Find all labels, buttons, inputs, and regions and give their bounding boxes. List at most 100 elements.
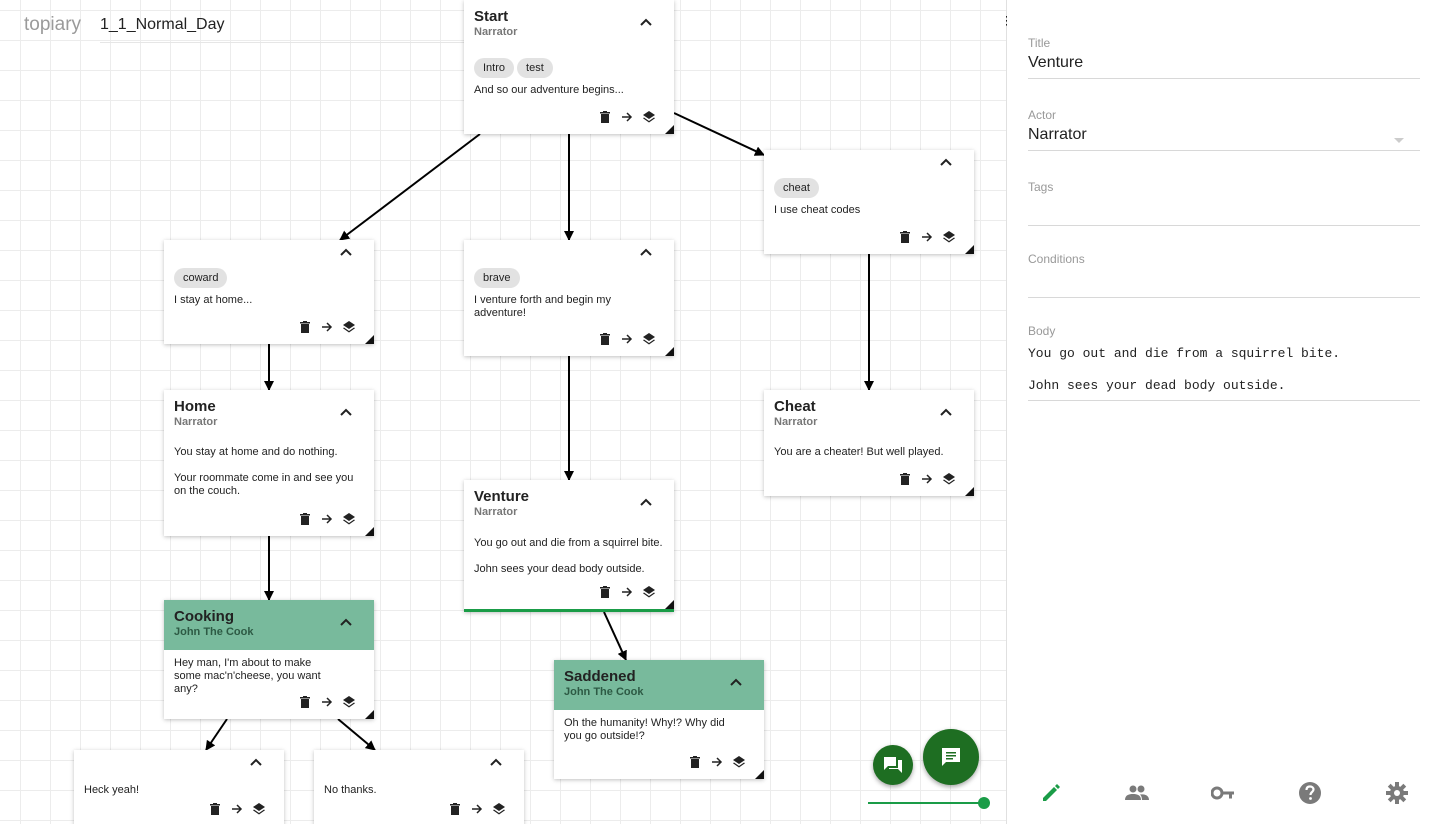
bottom-nav [1007, 780, 1439, 812]
resize-handle[interactable] [665, 600, 674, 609]
collapse-icon[interactable] [486, 752, 506, 772]
arrow-right-icon[interactable] [920, 230, 934, 244]
layers-icon[interactable] [642, 332, 656, 346]
arrow-right-icon[interactable] [620, 332, 634, 346]
node-body: I use cheat codes [774, 204, 861, 216]
layers-icon[interactable] [342, 320, 356, 334]
resize-handle[interactable] [665, 347, 674, 356]
node-cheat[interactable]: Cheat Narrator You are a cheater! But we… [764, 390, 974, 496]
node-start[interactable]: Start Narrator Intro test And so our adve… [464, 0, 674, 134]
node-brave-choice[interactable]: brave I venture forth and begin my adven… [464, 240, 674, 356]
collapse-icon[interactable] [726, 672, 746, 692]
layers-icon[interactable] [942, 472, 956, 486]
node-venture[interactable]: Venture Narrator You go out and die from… [464, 480, 674, 612]
arrow-right-icon[interactable] [920, 472, 934, 486]
resize-handle[interactable] [755, 770, 764, 779]
arrow-right-icon[interactable] [620, 585, 634, 599]
resize-handle[interactable] [365, 710, 374, 719]
key-icon[interactable] [1210, 780, 1236, 806]
collapse-icon[interactable] [336, 242, 356, 262]
node-no-thanks[interactable]: No thanks. [314, 750, 524, 824]
people-icon[interactable] [1124, 780, 1150, 806]
title-field[interactable]: Title Venture [1028, 36, 1420, 79]
collapse-icon[interactable] [636, 12, 656, 32]
body-textarea[interactable]: You go out and die from a squirrel bite.… [1028, 346, 1420, 400]
node-body: And so our adventure begins... [474, 84, 624, 96]
collapse-icon[interactable] [636, 492, 656, 512]
layers-icon[interactable] [492, 802, 506, 816]
node-body: You are a cheater! But well played. [774, 446, 944, 458]
delete-icon[interactable] [298, 512, 312, 526]
arrow-right-icon[interactable] [320, 695, 334, 709]
delete-icon[interactable] [448, 802, 462, 816]
node-body: John sees your dead body outside. [474, 563, 645, 575]
node-saddened[interactable]: Saddened John The Cook Oh the humanity! … [554, 660, 764, 779]
node-body: You go out and die from a squirrel bite. [474, 537, 663, 549]
title-input[interactable]: Venture [1028, 54, 1420, 78]
actor-label: Actor [1028, 108, 1057, 122]
body-field[interactable]: Body You go out and die from a squirrel … [1028, 324, 1420, 401]
delete-icon[interactable] [598, 332, 612, 346]
zoom-slider-thumb[interactable] [978, 797, 990, 809]
collapse-icon[interactable] [636, 242, 656, 262]
node-tag: cheat [774, 178, 819, 198]
dropdown-arrow-icon[interactable] [1394, 138, 1404, 143]
help-icon[interactable] [1297, 780, 1323, 806]
add-node-button[interactable] [923, 729, 979, 785]
collapse-icon[interactable] [336, 402, 356, 422]
layers-icon[interactable] [252, 802, 266, 816]
arrow-right-icon[interactable] [710, 755, 724, 769]
arrow-right-icon[interactable] [470, 802, 484, 816]
node-home[interactable]: Home Narrator You stay at home and do no… [164, 390, 374, 536]
actor-field[interactable]: Actor Narrator [1028, 108, 1420, 151]
layers-icon[interactable] [642, 585, 656, 599]
resize-handle[interactable] [965, 487, 974, 496]
tags-label: Tags [1028, 180, 1054, 194]
node-heck-yeah[interactable]: Heck yeah! [74, 750, 284, 824]
zoom-slider-track[interactable] [868, 802, 984, 804]
delete-icon[interactable] [298, 320, 312, 334]
node-cooking[interactable]: Cooking John The Cook Hey man, I'm about… [164, 600, 374, 719]
resize-handle[interactable] [365, 335, 374, 344]
delete-icon[interactable] [598, 110, 612, 124]
tags-field[interactable]: Tags [1028, 180, 1420, 226]
delete-icon[interactable] [208, 802, 222, 816]
collapse-icon[interactable] [936, 152, 956, 172]
conditions-field[interactable]: Conditions [1028, 252, 1420, 298]
settings-icon[interactable] [1384, 780, 1410, 806]
layers-icon[interactable] [342, 512, 356, 526]
conditions-input[interactable] [1028, 270, 1420, 276]
resize-handle[interactable] [965, 245, 974, 254]
arrow-right-icon[interactable] [320, 320, 334, 334]
document-name-input[interactable]: 1_1_Normal_Day [100, 16, 470, 43]
add-choice-button[interactable] [873, 745, 913, 785]
collapse-icon[interactable] [246, 752, 266, 772]
arrow-right-icon[interactable] [230, 802, 244, 816]
delete-icon[interactable] [898, 230, 912, 244]
layers-icon[interactable] [732, 755, 746, 769]
delete-icon[interactable] [598, 585, 612, 599]
collapse-icon[interactable] [936, 402, 956, 422]
node-tag: test [517, 58, 553, 78]
node-tag: Intro [474, 58, 515, 78]
node-body: Heck yeah! [84, 784, 140, 796]
layers-icon[interactable] [942, 230, 956, 244]
layers-icon[interactable] [642, 110, 656, 124]
delete-icon[interactable] [298, 695, 312, 709]
actor-select[interactable]: Narrator [1028, 126, 1420, 150]
node-cheat-choice[interactable]: cheat I use cheat codes [764, 150, 974, 254]
delete-icon[interactable] [898, 472, 912, 486]
layers-icon[interactable] [342, 695, 356, 709]
title-label: Title [1028, 36, 1051, 50]
delete-icon[interactable] [688, 755, 702, 769]
collapse-icon[interactable] [336, 612, 356, 632]
graph-canvas[interactable]: topiary 1_1_Normal_Day Start Narrator In… [0, 0, 1006, 824]
arrow-right-icon[interactable] [320, 512, 334, 526]
arrow-right-icon[interactable] [620, 110, 634, 124]
edge-start-coward [339, 133, 481, 241]
edit-icon[interactable] [1038, 780, 1064, 806]
tags-input[interactable] [1028, 198, 1420, 204]
resize-handle[interactable] [365, 527, 374, 536]
resize-handle[interactable] [665, 125, 674, 134]
node-coward-choice[interactable]: coward I stay at home... [164, 240, 374, 344]
